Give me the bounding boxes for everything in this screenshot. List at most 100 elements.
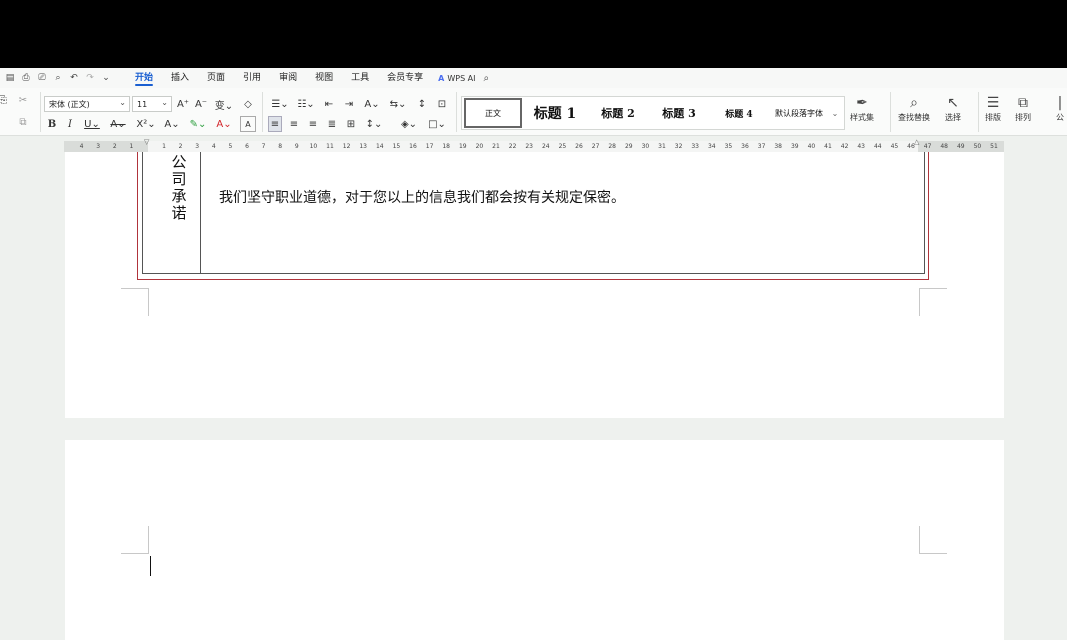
tab-tools[interactable]: 工具 — [342, 68, 378, 88]
increase-indent-icon[interactable]: ⇥ — [342, 96, 356, 112]
wps-ai-logo-icon: A — [438, 73, 445, 83]
more-chevron-down-icon[interactable]: ⌄ — [100, 73, 112, 83]
ruler-number: 9 — [294, 143, 299, 150]
align-right-icon[interactable]: ≡ — [306, 116, 320, 132]
tab-references[interactable]: 引用 — [234, 68, 270, 88]
page-2[interactable] — [65, 440, 1004, 640]
sort-icon[interactable]: ↕ — [414, 96, 430, 112]
ribbon-tabs: 开始 插入 页面 引用 审阅 视图 工具 会员专享 — [126, 68, 432, 88]
align-left-icon[interactable]: ≡ — [268, 116, 282, 132]
arrange-layout-button[interactable]: ☰ 排版 — [985, 94, 1001, 123]
order-label: 排列 — [1015, 113, 1031, 122]
style-heading-1[interactable]: 标题 1 — [522, 98, 588, 128]
ruler-number: 21 — [492, 143, 500, 150]
tab-review[interactable]: 审阅 — [270, 68, 306, 88]
ruler-number: 17 — [425, 143, 434, 150]
select-button[interactable]: ↖ 选择 — [945, 94, 961, 123]
file-icon[interactable]: ▤ — [4, 73, 16, 83]
style-set-label: 样式集 — [850, 113, 874, 122]
bullets-icon[interactable]: ☰⌄ — [270, 96, 290, 112]
style-default-para-font[interactable]: 默认段落字体 — [768, 98, 830, 128]
gallery-expand-icon[interactable]: ⌄ — [830, 109, 840, 118]
print-preview-icon[interactable]: ⌕ — [52, 73, 64, 83]
font-color-icon[interactable]: A⌄ — [214, 116, 234, 132]
show-marks-icon[interactable]: ⊡ — [434, 96, 450, 112]
first-line-indent-marker[interactable]: ▽ — [144, 138, 149, 146]
find-replace-button[interactable]: ⌕ 查找替换 — [898, 94, 930, 123]
commitment-table[interactable] — [142, 152, 925, 274]
line-spacing-icon[interactable]: ↕⌄ — [364, 116, 384, 132]
font-size-select[interactable]: 11 ⌄ — [132, 96, 172, 112]
redo-icon[interactable]: ↷ — [84, 73, 96, 83]
ruler-number: 47 — [923, 143, 932, 150]
ruler-number: 7 — [261, 143, 266, 150]
ruler-number: 5 — [228, 143, 233, 150]
chinese-layout-icon[interactable]: A⌄ — [362, 96, 382, 112]
page-1[interactable]: 公司承诺 我们坚守职业道德，对于您以上的信息我们都会按有关规定保密。 — [65, 152, 1004, 418]
distributed-icon[interactable]: ⊞ — [344, 116, 358, 132]
text-direction-icon[interactable]: ⇆⌄ — [388, 96, 408, 112]
commitment-text[interactable]: 我们坚守职业道德，对于您以上的信息我们都会按有关规定保密。 — [219, 187, 625, 207]
wps-ai-button[interactable]: A WPS AI — [438, 74, 475, 83]
style-heading-3[interactable]: 标题 3 — [648, 98, 710, 128]
undo-icon[interactable]: ↶ — [68, 73, 80, 83]
paste-icon[interactable]: ⎘ — [0, 92, 8, 108]
tab-view[interactable]: 视图 — [306, 68, 342, 88]
copy-icon[interactable]: ⧉ — [16, 114, 30, 130]
cut-icon[interactable]: ✂ — [16, 92, 30, 108]
decrease-indent-icon[interactable]: ⇤ — [322, 96, 336, 112]
order-button[interactable]: ⧉ 排列 — [1015, 94, 1031, 123]
ruler-number: 15 — [392, 143, 401, 150]
ruler-number: 11 — [326, 143, 334, 150]
underline-icon[interactable]: U⌄ — [82, 116, 102, 132]
ruler-number: 8 — [278, 143, 283, 150]
search-icon[interactable]: ⌕ — [484, 73, 490, 84]
commitment-label-cell[interactable]: 公司承诺 — [168, 154, 190, 222]
text-effect-icon[interactable]: A⌄ — [162, 116, 182, 132]
bold-icon[interactable]: B — [46, 116, 58, 132]
tab-member[interactable]: 会员专享 — [378, 68, 432, 88]
tab-insert[interactable]: 插入 — [162, 68, 198, 88]
partial-label: 公 — [1056, 113, 1064, 122]
arrange-layout-label: 排版 — [985, 113, 1001, 122]
strikethrough-icon[interactable]: A⌄ — [108, 116, 128, 132]
ruler-number: 28 — [608, 143, 617, 150]
style-set-button[interactable]: ✒ 样式集 — [850, 94, 874, 123]
style-heading-4[interactable]: 标题 4 — [710, 98, 768, 128]
align-center-icon[interactable]: ≡ — [287, 116, 301, 132]
justify-icon[interactable]: ≣ — [325, 116, 339, 132]
ruler-number: 4 — [79, 143, 84, 150]
ruler-number: 3 — [96, 143, 101, 150]
highlight-icon[interactable]: ✎⌄ — [188, 116, 208, 132]
vertical-label-char: 公 — [171, 153, 187, 171]
superscript-icon[interactable]: X²⌄ — [135, 116, 157, 132]
ruler-number: 40 — [807, 143, 816, 150]
horizontal-ruler[interactable]: ▽ △ 4 3 2 1 1 2 3 4 5 6 7 8 9 10 11 12 13 14 15 16 17 18 19 20 2… — [64, 138, 1004, 152]
character-shading-icon[interactable]: A — [240, 116, 256, 132]
partial-icon: | — [1057, 95, 1063, 111]
borders-icon[interactable]: □⌄ — [426, 116, 448, 132]
font-name-select[interactable]: 宋体 (正文) ⌄ — [44, 96, 130, 112]
shading-icon[interactable]: ◈⌄ — [398, 116, 420, 132]
save-icon[interactable]: ⎙ — [20, 73, 32, 83]
phonetic-guide-icon[interactable]: 变⌄ — [213, 96, 235, 112]
tab-page[interactable]: 页面 — [198, 68, 234, 88]
shrink-font-icon[interactable]: A⁻ — [194, 96, 208, 112]
ruler-number: 19 — [458, 143, 467, 150]
partial-button[interactable]: | 公 — [1056, 94, 1064, 123]
ruler-number: 34 — [707, 143, 716, 150]
style-normal[interactable]: 正文 — [464, 98, 522, 128]
print-icon[interactable]: ⎚ — [36, 73, 48, 83]
vertical-label-char: 司 — [171, 170, 187, 188]
style-heading-2[interactable]: 标题 2 — [588, 98, 648, 128]
top-black-bar — [0, 0, 1067, 68]
italic-icon[interactable]: I — [64, 116, 76, 132]
grow-font-icon[interactable]: A⁺ — [176, 96, 190, 112]
clear-format-icon[interactable]: ◇ — [240, 96, 256, 112]
ruler-number: 51 — [990, 143, 998, 150]
ruler-number: 45 — [890, 143, 899, 150]
ruler-number: 49 — [956, 143, 965, 150]
tab-home[interactable]: 开始 — [126, 68, 162, 88]
ruler-number: 12 — [342, 143, 351, 150]
numbering-icon[interactable]: ☷⌄ — [296, 96, 316, 112]
